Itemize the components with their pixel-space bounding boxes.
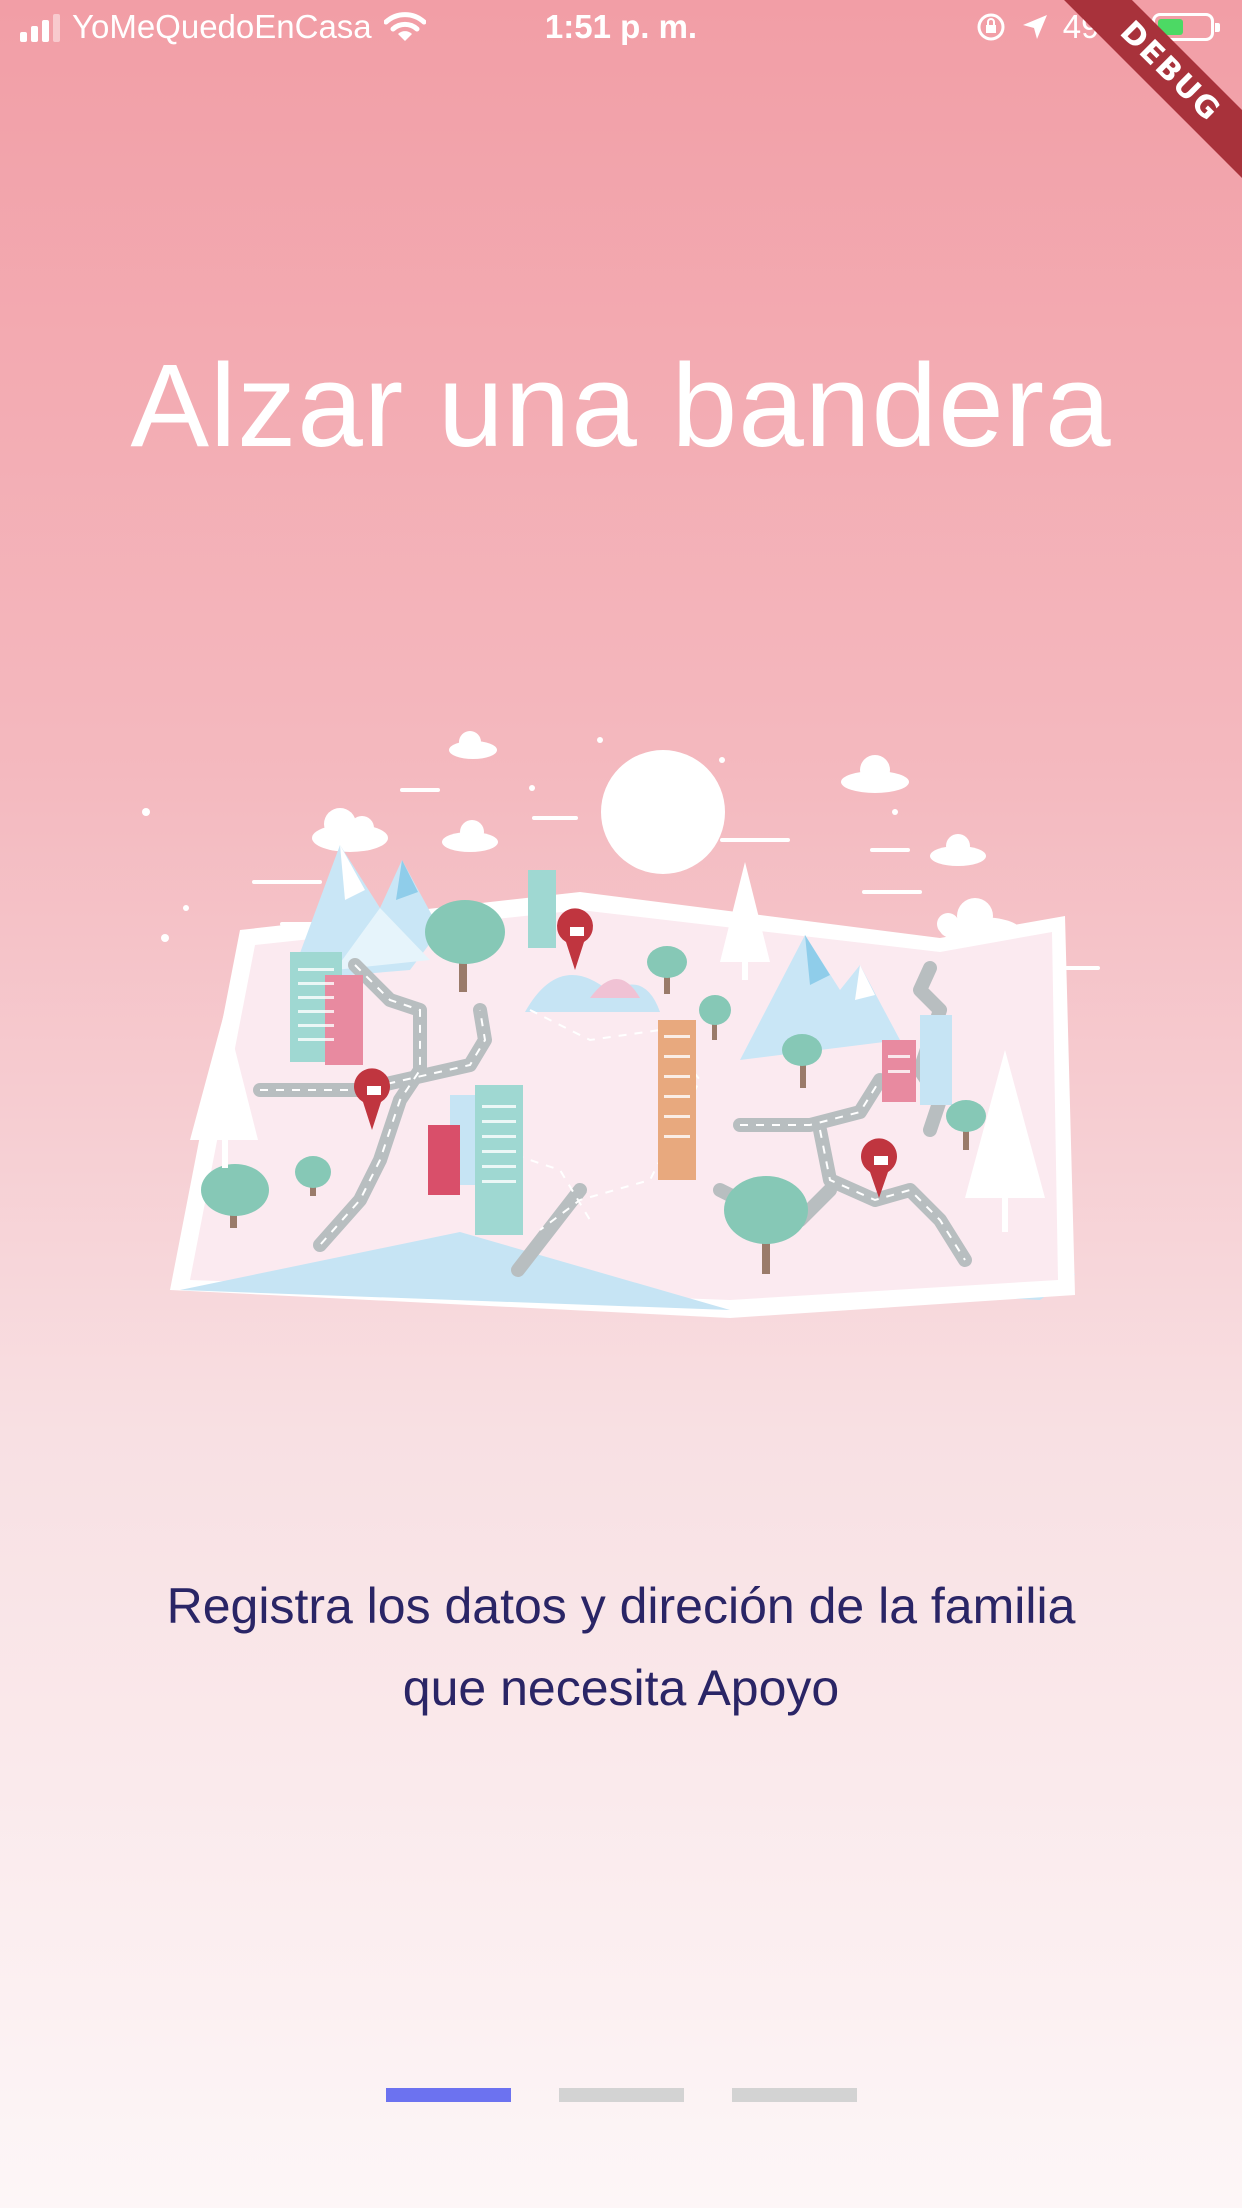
- map-illustration: [142, 731, 1100, 1318]
- page-title: Alzar una bandera: [130, 340, 1112, 472]
- description-line-1: Registra los datos y direción de la fami…: [166, 1578, 1076, 1634]
- page-indicator-dot-3[interactable]: [731, 2088, 857, 2102]
- debug-label: DEBUG: [1061, 0, 1242, 181]
- page-indicator-dot-1[interactable]: [385, 2088, 511, 2102]
- page-indicator-dot-2[interactable]: [558, 2088, 684, 2102]
- page-indicator: [0, 2088, 1242, 2102]
- description-line-2: que necesita Apoyo: [402, 1660, 840, 1716]
- rotation-lock-icon: [977, 13, 1005, 41]
- page-description: Registra los datos y direción de la fami…: [60, 1565, 1182, 1729]
- debug-banner: DEBUG: [1042, 0, 1242, 200]
